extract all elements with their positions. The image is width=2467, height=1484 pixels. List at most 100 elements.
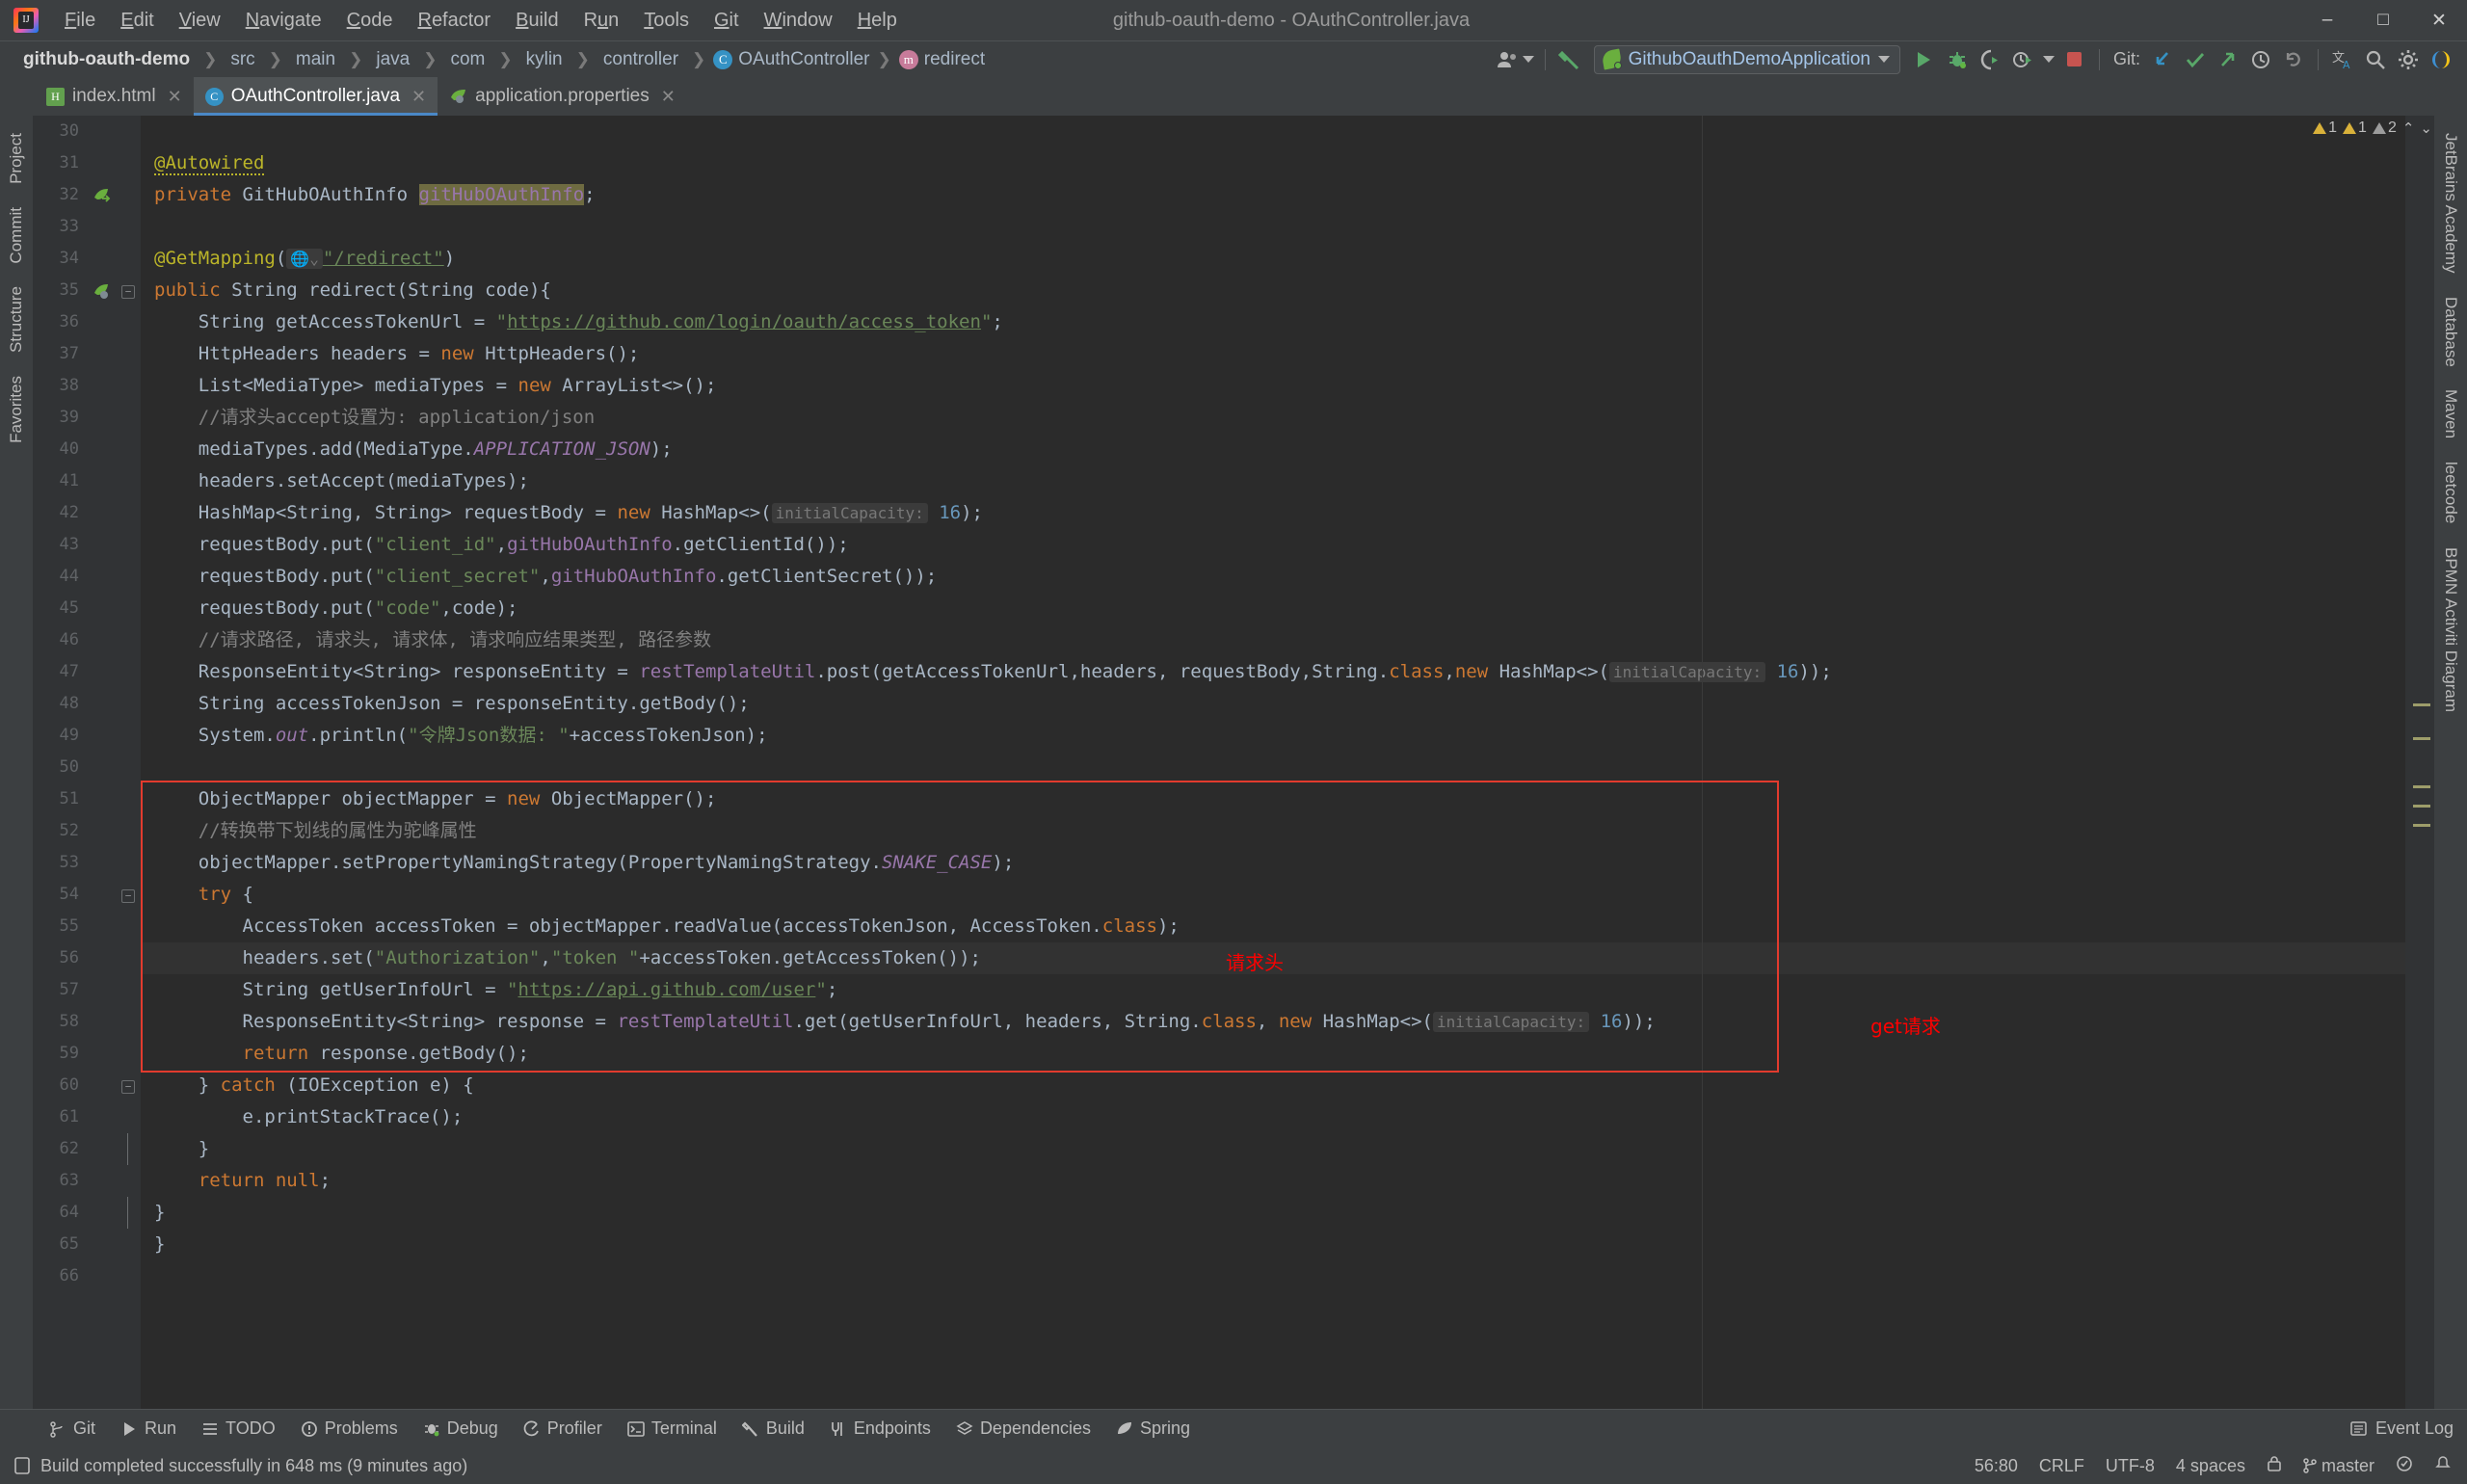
stop-icon[interactable] <box>2058 45 2091 74</box>
tool-window-favorites[interactable]: Favorites <box>5 366 28 453</box>
menu-item-view[interactable]: View <box>167 6 233 36</box>
gutter-line-49[interactable]: 49 <box>33 720 141 752</box>
profiler-dropdown-icon[interactable] <box>2039 45 2058 74</box>
user-group-icon[interactable] <box>1495 45 1537 74</box>
tool-window-commit[interactable]: Commit <box>5 198 28 274</box>
spring-mapping-gutter-icon[interactable] <box>93 281 112 300</box>
code-line-37[interactable]: HttpHeaders headers = new HttpHeaders(); <box>141 338 2405 370</box>
gutter-line-50[interactable]: 50 <box>33 752 141 783</box>
code-line-58[interactable]: ResponseEntity<String> response = restTe… <box>141 1006 2405 1038</box>
bottom-tool-build[interactable]: Build <box>729 1418 817 1439</box>
tool-window-leetcode[interactable]: leetcode <box>2439 452 2462 533</box>
gutter-line-30[interactable]: 30 <box>33 116 141 147</box>
line-separator[interactable]: CRLF <box>2039 1456 2084 1476</box>
inspection-prev-button[interactable]: ⌃ <box>2402 119 2415 137</box>
maximize-button[interactable]: □ <box>2355 0 2411 40</box>
spring-bean-gutter-icon[interactable] <box>93 186 112 204</box>
editor-tab-index-html[interactable]: Hindex.html✕ <box>35 77 194 116</box>
coverage-icon[interactable] <box>1974 45 2006 74</box>
gutter-line-65[interactable]: 65 <box>33 1229 141 1260</box>
gutter-line-37[interactable]: 37 <box>33 338 141 370</box>
gutter-line-62[interactable]: 62 <box>33 1133 141 1165</box>
code-line-45[interactable]: requestBody.put("code",code); <box>141 593 2405 624</box>
code-line-62[interactable]: } <box>141 1133 2405 1165</box>
gutter-line-43[interactable]: 43 <box>33 529 141 561</box>
code-line-53[interactable]: objectMapper.setPropertyNamingStrategy(P… <box>141 847 2405 879</box>
code-line-33[interactable] <box>141 211 2405 243</box>
code-fold-toggle[interactable] <box>121 1144 135 1157</box>
code-line-48[interactable]: String accessTokenJson = responseEntity.… <box>141 688 2405 720</box>
git-pull-icon[interactable] <box>2146 45 2179 74</box>
close-icon[interactable]: ✕ <box>168 87 182 107</box>
code-fold-toggle[interactable]: − <box>121 285 135 299</box>
menu-item-code[interactable]: Code <box>334 6 406 36</box>
code-editor[interactable]: @Autowiredprivate GitHubOAuthInfo gitHub… <box>141 116 2405 1409</box>
gutter-line-56[interactable]: 56 <box>33 942 141 974</box>
editor-tab-oauthcontroller-java[interactable]: COAuthController.java✕ <box>194 77 438 116</box>
code-fold-toggle[interactable] <box>121 1207 135 1221</box>
menu-item-file[interactable]: File <box>52 6 108 36</box>
bottom-tool-todo[interactable]: TODO <box>189 1418 288 1439</box>
gutter-line-66[interactable]: 66 <box>33 1260 141 1292</box>
code-line-31[interactable]: @Autowired <box>141 147 2405 179</box>
gutter-line-57[interactable]: 57 <box>33 974 141 1006</box>
gutter-line-36[interactable]: 36 <box>33 306 141 338</box>
bottom-tool-spring[interactable]: Spring <box>1103 1418 1203 1439</box>
caret-position[interactable]: 56:80 <box>1975 1456 2018 1476</box>
close-button[interactable]: ✕ <box>2411 0 2467 40</box>
code-line-44[interactable]: requestBody.put("client_secret",gitHubOA… <box>141 561 2405 593</box>
code-line-41[interactable]: headers.setAccept(mediaTypes); <box>141 465 2405 497</box>
gutter-line-48[interactable]: 48 <box>33 688 141 720</box>
inspection-strip[interactable] <box>2405 116 2434 1409</box>
bottom-tool-debug[interactable]: Debug <box>411 1418 511 1439</box>
editor-gutter[interactable]: 303132333435−363738394041424344454647484… <box>33 116 141 1409</box>
code-line-32[interactable]: private GitHubOAuthInfo gitHubOAuthInfo; <box>141 179 2405 211</box>
code-line-40[interactable]: mediaTypes.add(MediaType.APPLICATION_JSO… <box>141 434 2405 465</box>
code-line-55[interactable]: AccessToken accessToken = objectMapper.r… <box>141 911 2405 942</box>
gutter-line-34[interactable]: 34 <box>33 243 141 275</box>
code-line-42[interactable]: HashMap<String, String> requestBody = ne… <box>141 497 2405 529</box>
code-line-38[interactable]: List<MediaType> mediaTypes = new ArrayLi… <box>141 370 2405 402</box>
breadcrumb-item-src[interactable]: src <box>219 49 266 70</box>
tool-window-project[interactable]: Project <box>5 123 28 194</box>
hammer-icon[interactable] <box>1553 45 1586 74</box>
git-branch-widget[interactable]: master <box>2303 1456 2374 1476</box>
gutter-line-54[interactable]: 54− <box>33 879 141 911</box>
bottom-tool-dependencies[interactable]: Dependencies <box>943 1418 1103 1439</box>
code-line-47[interactable]: ResponseEntity<String> responseEntity = … <box>141 656 2405 688</box>
bottom-tool-terminal[interactable]: Terminal <box>615 1418 729 1439</box>
breadcrumb-item-java[interactable]: java <box>364 49 421 70</box>
notifications-icon[interactable] <box>2434 1455 2452 1477</box>
gutter-line-33[interactable]: 33 <box>33 211 141 243</box>
breadcrumb-item-redirect[interactable]: mredirect <box>893 49 991 70</box>
inspection-widget-icon[interactable] <box>2396 1455 2413 1477</box>
menu-item-run[interactable]: Run <box>571 6 632 36</box>
code-line-63[interactable]: return null; <box>141 1165 2405 1197</box>
git-push-icon[interactable] <box>2212 45 2244 74</box>
tool-window-bpmn-activiti-diagram[interactable]: BPMN Activiti Diagram <box>2439 538 2462 722</box>
editor-tab-application-properties[interactable]: application.properties✕ <box>438 77 687 116</box>
menu-item-window[interactable]: Window <box>752 6 845 36</box>
tool-window-structure[interactable]: Structure <box>5 277 28 362</box>
code-line-36[interactable]: String getAccessTokenUrl = "https://gith… <box>141 306 2405 338</box>
menu-item-edit[interactable]: Edit <box>108 6 166 36</box>
breadcrumb-item-oauthcontroller[interactable]: COAuthController <box>707 49 875 70</box>
code-line-54[interactable]: try { <box>141 879 2405 911</box>
code-line-39[interactable]: //请求头accept设置为: application/json <box>141 402 2405 434</box>
code-line-57[interactable]: String getUserInfoUrl = "https://api.git… <box>141 974 2405 1006</box>
code-line-35[interactable]: public String redirect(String code){ <box>141 275 2405 306</box>
menu-item-refactor[interactable]: Refactor <box>405 6 503 36</box>
bottom-tool-run[interactable]: Run <box>108 1418 189 1439</box>
code-line-34[interactable]: @GetMapping(🌐⌄"/redirect") <box>141 243 2405 275</box>
file-encoding[interactable]: UTF-8 <box>2106 1456 2155 1476</box>
code-line-65[interactable]: } <box>141 1229 2405 1260</box>
code-fold-toggle[interactable]: − <box>121 889 135 903</box>
gutter-line-32[interactable]: 32 <box>33 179 141 211</box>
code-line-66[interactable] <box>141 1260 2405 1292</box>
code-fold-toggle[interactable]: − <box>121 1080 135 1094</box>
code-line-61[interactable]: e.printStackTrace(); <box>141 1101 2405 1133</box>
profiler-icon[interactable] <box>2006 45 2039 74</box>
inspection-summary[interactable]: 1 1 2 ⌃ ⌄ <box>2313 119 2432 137</box>
gutter-line-59[interactable]: 59 <box>33 1038 141 1070</box>
gutter-line-41[interactable]: 41 <box>33 465 141 497</box>
